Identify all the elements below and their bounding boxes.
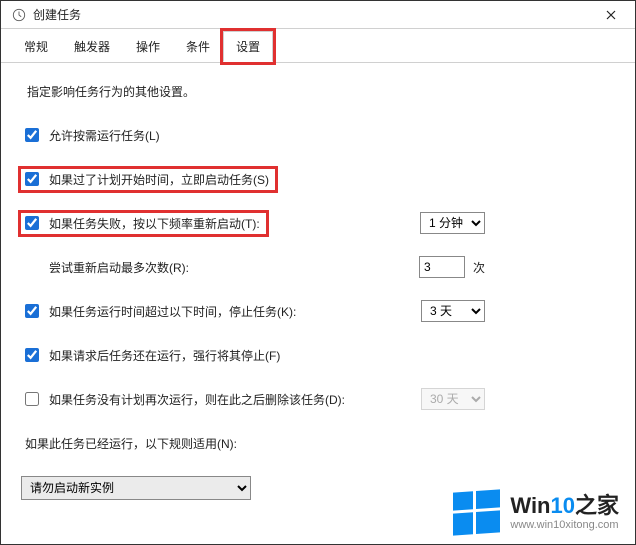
restart-on-fail-label: 如果任务失败，按以下频率重新启动(T):: [49, 215, 260, 232]
tab-conditions[interactable]: 条件: [173, 31, 223, 62]
stop-if-longer-select[interactable]: 3 天: [421, 300, 485, 322]
restart-max-input[interactable]: [419, 256, 465, 278]
close-icon: [606, 10, 616, 20]
run-asap-label: 如果过了计划开始时间，立即启动任务(S): [49, 171, 269, 188]
instance-rule-select[interactable]: 请勿启动新实例: [21, 476, 251, 500]
allow-on-demand-checkbox[interactable]: [25, 128, 39, 142]
restart-on-fail-checkbox[interactable]: [25, 216, 39, 230]
already-running-label: 如果此任务已经运行，以下规则适用(N):: [25, 435, 237, 452]
window-title: 创建任务: [33, 6, 591, 23]
watermark: Win10之家 www.win10xitong.com: [453, 491, 619, 534]
settings-description: 指定影响任务行为的其他设置。: [27, 83, 615, 100]
stop-if-longer-checkbox[interactable]: [25, 304, 39, 318]
restart-max-suffix: 次: [473, 259, 485, 276]
delete-after-label: 如果任务没有计划再次运行，则在此之后删除该任务(D):: [49, 391, 345, 408]
restart-max-label: 尝试重新启动最多次数(R):: [49, 259, 189, 276]
tab-settings[interactable]: 设置: [223, 31, 273, 62]
allow-on-demand-label: 允许按需运行任务(L): [49, 127, 160, 144]
windows-logo-icon: [453, 489, 500, 535]
run-asap-checkbox[interactable]: [25, 172, 39, 186]
tab-general[interactable]: 常规: [11, 31, 61, 62]
tab-actions[interactable]: 操作: [123, 31, 173, 62]
tab-triggers[interactable]: 触发器: [61, 31, 123, 62]
close-button[interactable]: [591, 1, 631, 29]
delete-after-checkbox[interactable]: [25, 392, 39, 406]
force-stop-checkbox[interactable]: [25, 348, 39, 362]
stop-if-longer-label: 如果任务运行时间超过以下时间，停止任务(K):: [49, 303, 296, 320]
force-stop-label: 如果请求后任务还在运行，强行将其停止(F): [49, 347, 280, 364]
restart-interval-select[interactable]: 1 分钟: [420, 212, 485, 234]
delete-after-select: 30 天: [421, 388, 485, 410]
clock-icon: [11, 7, 27, 23]
